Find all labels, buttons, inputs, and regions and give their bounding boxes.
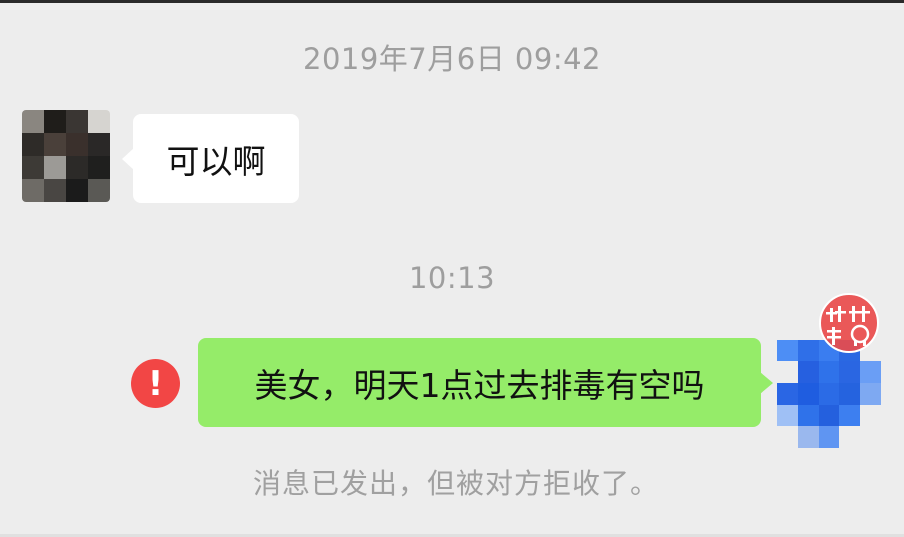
incoming-message-text: 可以啊	[166, 141, 266, 181]
outgoing-message-bubble[interactable]: 美女，明天1点过去排毒有空吗	[198, 338, 773, 427]
chat-window: 2019年7月6日 09:42 可以啊 10:13 ! 美女，明天1点过去排毒有…	[0, 0, 904, 537]
logo-watermark-icon	[819, 293, 879, 353]
rejected-notice: 消息已发出，但被对方拒收了。	[252, 467, 659, 500]
timestamp-first: 2019年7月6日 09:42	[303, 42, 601, 76]
error-symbol: !	[147, 363, 164, 404]
outgoing-message-text: 美女，明天1点过去排毒有空吗	[254, 365, 705, 405]
timestamp-second: 10:13	[408, 261, 496, 295]
top-edge-divider	[0, 0, 904, 3]
incoming-message-bubble[interactable]: 可以啊	[122, 114, 299, 203]
contact-avatar[interactable]	[22, 110, 110, 202]
exclamation-circle-icon[interactable]: !	[131, 359, 180, 408]
